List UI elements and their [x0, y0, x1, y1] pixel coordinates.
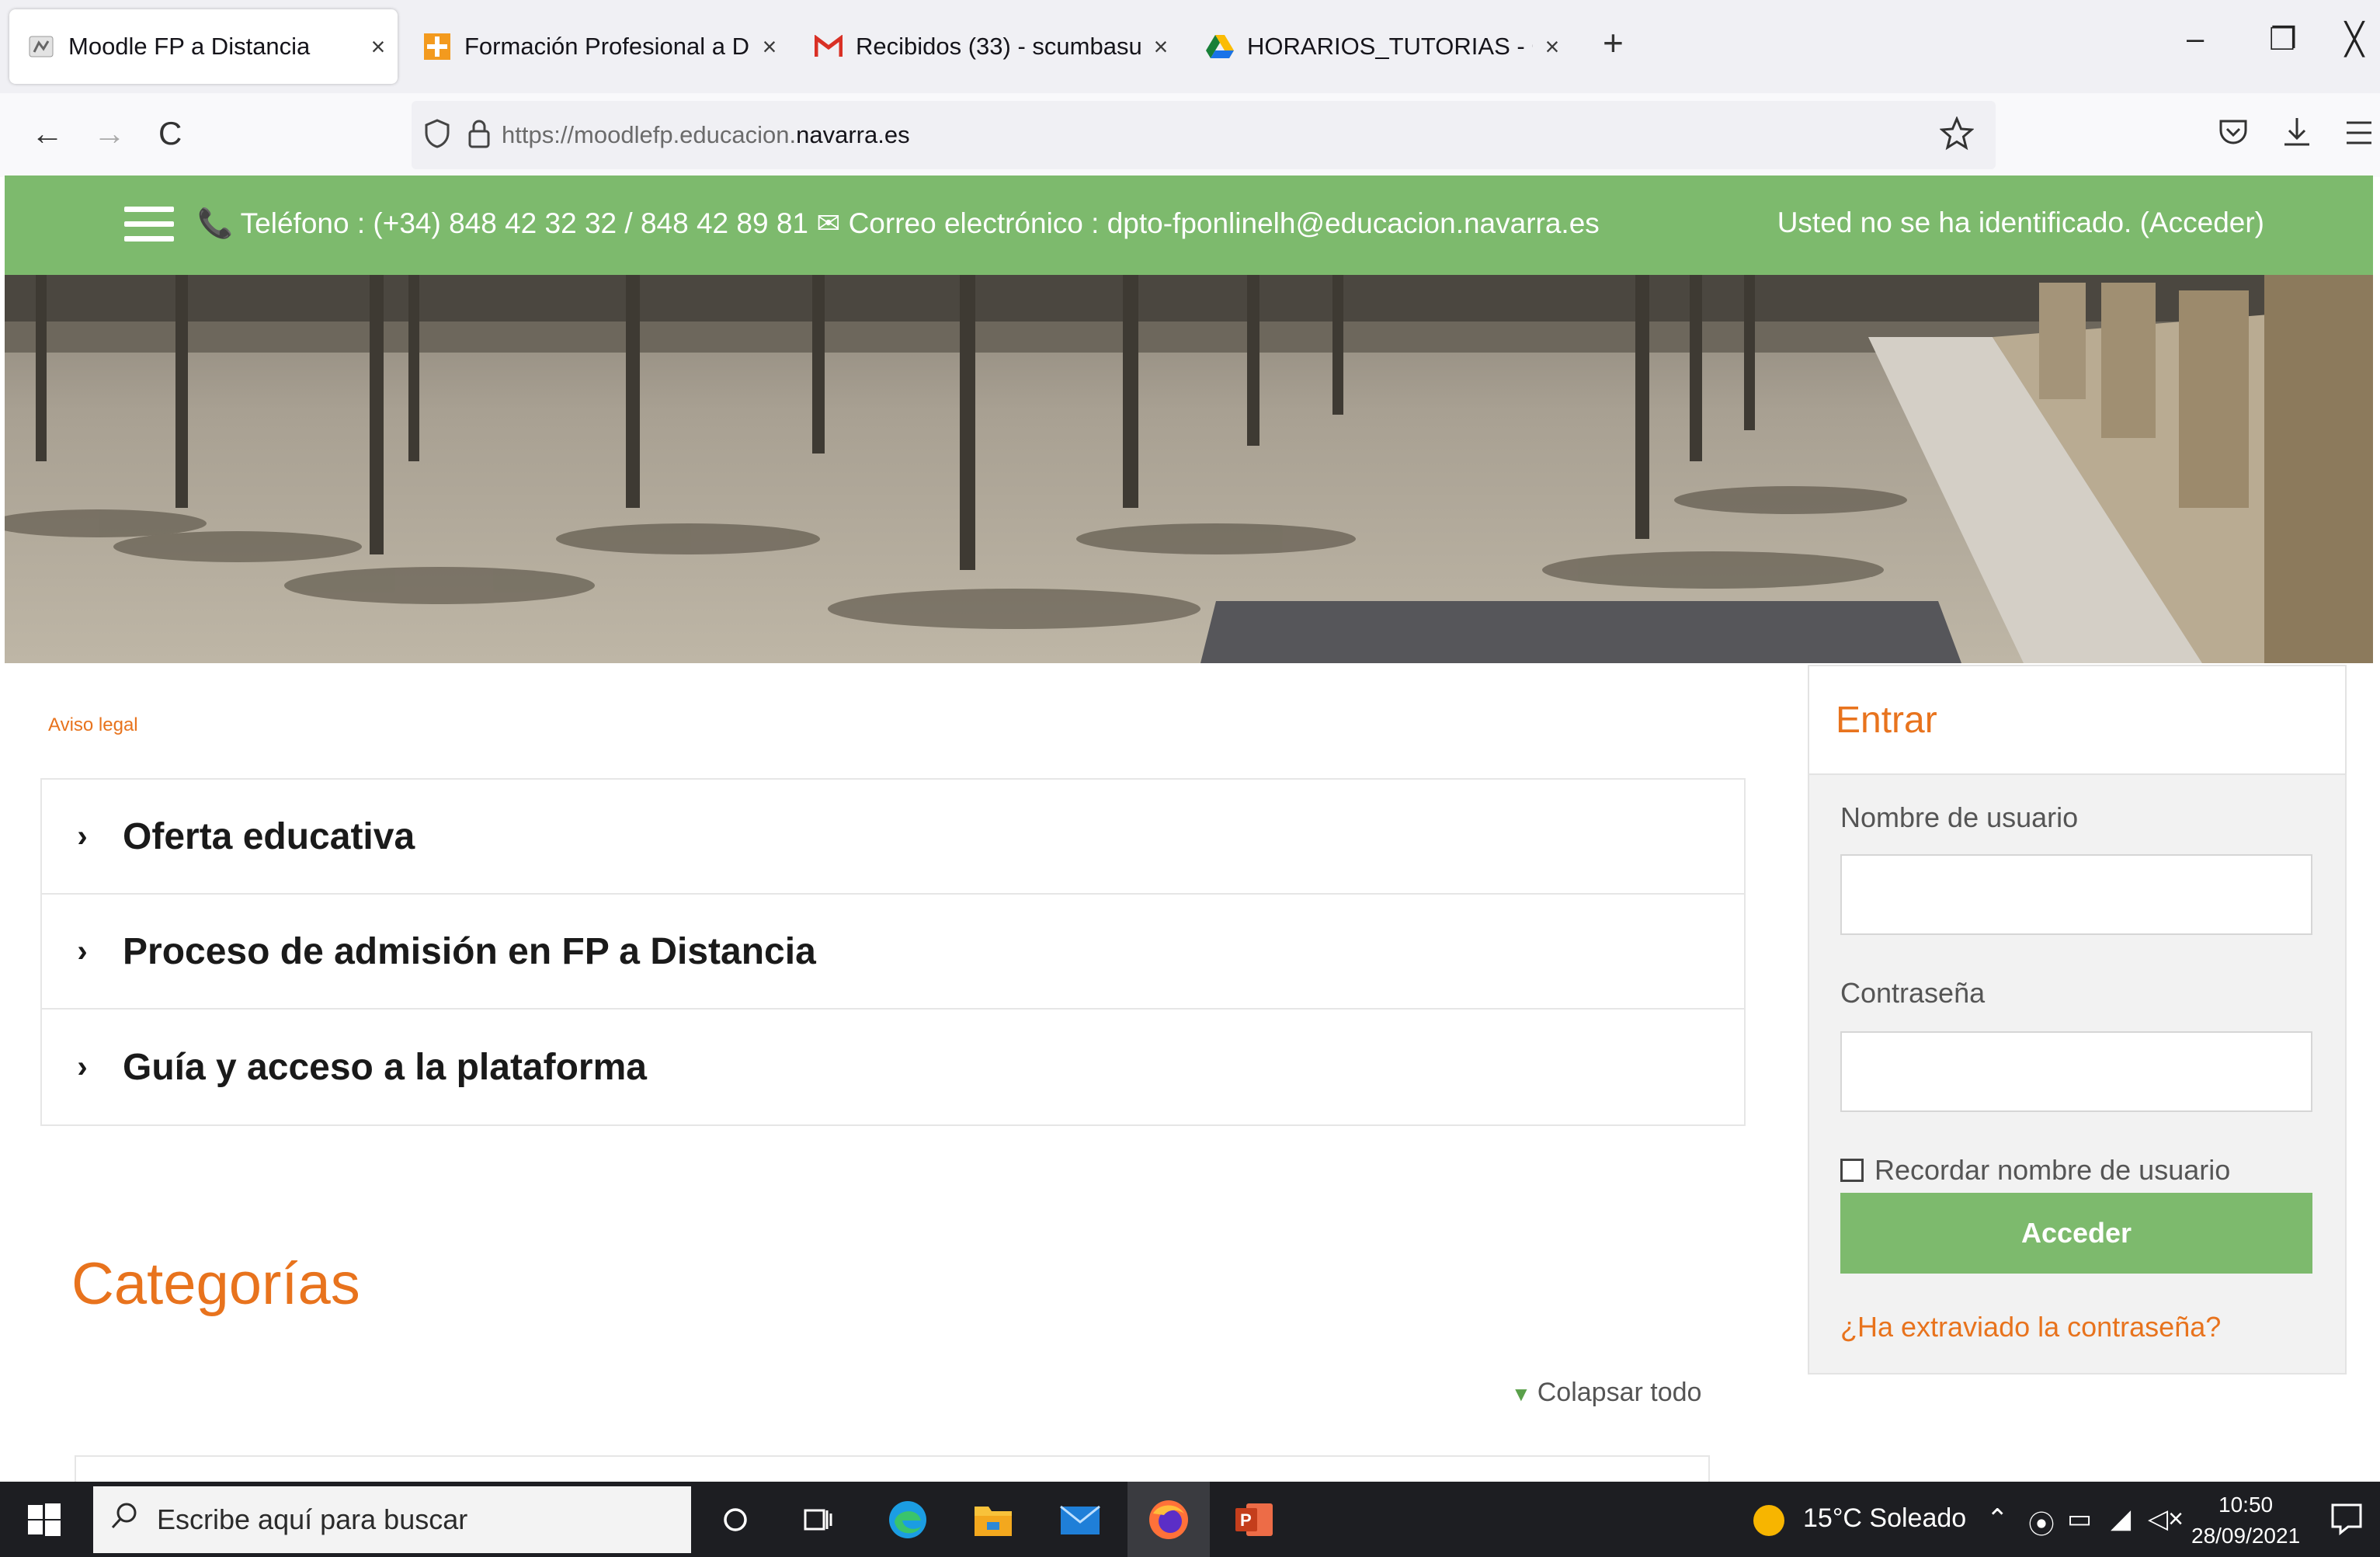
- forgot-password-link[interactable]: ¿Ha extraviado la contraseña?: [1840, 1311, 2221, 1343]
- aviso-legal-link[interactable]: Aviso legal: [48, 714, 138, 736]
- powerpoint-icon[interactable]: P: [1230, 1496, 1278, 1544]
- taskbar-search-box[interactable]: Escribe aquí para buscar: [93, 1486, 691, 1553]
- shield-icon[interactable]: [424, 118, 450, 152]
- new-tab-button[interactable]: +: [1603, 22, 1624, 64]
- tab-title: Formación Profesional a Distanc: [464, 33, 750, 60]
- url-text: https://moodlefp.educacion.navarra.es: [502, 121, 910, 149]
- mail-icon[interactable]: [1056, 1496, 1104, 1544]
- password-input[interactable]: [1840, 1031, 2312, 1112]
- site-header: 📞 Teléfono : (+34) 848 42 32 32 / 848 42…: [5, 176, 2373, 275]
- minimize-icon[interactable]: –: [2187, 22, 2204, 57]
- section-guia-acceso[interactable]: › Guía y acceso a la plataforma: [42, 1010, 1744, 1124]
- cortana-icon[interactable]: [711, 1496, 759, 1544]
- collapse-all-link[interactable]: ▼ Colapsar todo: [1511, 1378, 1701, 1408]
- bookmark-star-icon[interactable]: [1939, 116, 1975, 155]
- tab-google-drive[interactable]: HORARIOS_TUTORIAS - Google ×: [1188, 9, 1572, 84]
- search-icon: [110, 1502, 138, 1538]
- login-panel-title: Entrar: [1809, 666, 2345, 775]
- navarra-favicon-icon: [422, 32, 452, 61]
- gmail-favicon-icon: [814, 32, 843, 61]
- remember-username-checkbox[interactable]: Recordar nombre de usuario: [1840, 1154, 2230, 1187]
- clock-date: 28/09/2021: [2191, 1524, 2301, 1548]
- chevron-right-icon: ›: [77, 933, 88, 968]
- tab-close-icon[interactable]: ×: [1141, 33, 1180, 61]
- section-label: Oferta educativa: [123, 815, 415, 857]
- hero-banner-image: [5, 275, 2373, 663]
- search-placeholder: Escribe aquí para buscar: [157, 1503, 468, 1535]
- pocket-icon[interactable]: [2218, 116, 2249, 151]
- forward-arrow-icon[interactable]: →: [93, 115, 126, 152]
- remember-username-label: Recordar nombre de usuario: [1874, 1154, 2231, 1186]
- moodle-favicon-icon: [26, 32, 56, 61]
- section-accordion: › Oferta educativa › Proceso de admisión…: [40, 778, 1746, 1126]
- restore-icon[interactable]: ❐: [2269, 22, 2297, 57]
- triangle-down-icon: ▼: [1511, 1382, 1531, 1406]
- svg-text:P: P: [1240, 1510, 1252, 1530]
- google-drive-favicon-icon: [1205, 32, 1235, 61]
- tab-close-icon[interactable]: ×: [359, 33, 398, 61]
- edge-icon[interactable]: [884, 1496, 932, 1544]
- browser-tab-strip: Moodle FP a Distancia × Formación Profes…: [0, 0, 2380, 93]
- hamburger-menu-icon[interactable]: [124, 207, 174, 244]
- tab-moodle[interactable]: Moodle FP a Distancia ×: [9, 9, 398, 84]
- url-domain: navarra.es: [796, 121, 910, 148]
- clock-time: 10:50: [2218, 1493, 2274, 1517]
- collapse-all-label: Colapsar todo: [1537, 1378, 1702, 1407]
- meet-now-icon[interactable]: ⦿: [2028, 1503, 2055, 1541]
- system-clock[interactable]: 10:50 28/09/2021: [2191, 1489, 2300, 1552]
- section-oferta-educativa[interactable]: › Oferta educativa: [42, 780, 1744, 895]
- url-bar[interactable]: https://moodlefp.educacion.navarra.es: [412, 101, 1996, 169]
- section-label: Proceso de admisión en FP a Distancia: [123, 930, 816, 972]
- lock-icon[interactable]: [467, 119, 491, 152]
- weather-text[interactable]: 15°C Soleado: [1803, 1503, 1966, 1534]
- notifications-icon[interactable]: [2330, 1502, 2364, 1540]
- contact-info: 📞 Teléfono : (+34) 848 42 32 32 / 848 42…: [197, 207, 1600, 239]
- login-button[interactable]: Acceder: [1840, 1193, 2312, 1274]
- reload-icon[interactable]: C: [158, 115, 182, 152]
- section-proceso-admision[interactable]: › Proceso de admisión en FP a Distancia: [42, 895, 1744, 1010]
- battery-icon[interactable]: ▭: [2067, 1503, 2092, 1534]
- windows-start-icon[interactable]: [28, 1503, 61, 1536]
- login-panel: Entrar Nombre de usuario Contraseña Reco…: [1808, 665, 2347, 1375]
- checkbox-icon[interactable]: [1840, 1159, 1864, 1182]
- tab-title: Moodle FP a Distancia: [68, 33, 311, 60]
- login-status-link[interactable]: Usted no se ha identificado. (Acceder): [1777, 207, 2264, 239]
- task-view-icon[interactable]: [794, 1496, 842, 1544]
- tab-title: Recibidos (33) - scumbasues@e: [856, 33, 1141, 60]
- menu-icon[interactable]: [2345, 120, 2373, 150]
- url-prefix: https://moodlefp.educacion.: [502, 121, 797, 148]
- back-arrow-icon[interactable]: ←: [31, 115, 64, 152]
- tab-close-icon[interactable]: ×: [1533, 33, 1572, 61]
- show-hidden-icons-icon[interactable]: ⌃: [1986, 1503, 2009, 1534]
- window-close-icon[interactable]: ╳: [2345, 22, 2364, 57]
- tab-title: HORARIOS_TUTORIAS - Google: [1247, 33, 1533, 60]
- username-label: Nombre de usuario: [1840, 801, 2079, 833]
- file-explorer-icon[interactable]: [969, 1496, 1017, 1544]
- tab-formacion-profesional[interactable]: Formación Profesional a Distanc ×: [405, 9, 789, 84]
- chevron-right-icon: ›: [77, 1049, 88, 1084]
- firefox-icon[interactable]: [1145, 1496, 1193, 1544]
- tab-close-icon[interactable]: ×: [750, 33, 789, 61]
- tab-gmail[interactable]: Recibidos (33) - scumbasues@e ×: [797, 9, 1180, 84]
- section-label: Guía y acceso a la plataforma: [123, 1046, 647, 1088]
- chevron-right-icon: ›: [77, 818, 88, 853]
- windows-taskbar: Escribe aquí para buscar P 15°C Soleado …: [0, 1482, 2380, 1557]
- weather-sun-icon[interactable]: [1752, 1503, 1786, 1541]
- download-icon[interactable]: [2281, 115, 2312, 153]
- volume-muted-icon[interactable]: ◁×: [2148, 1503, 2184, 1534]
- password-label: Contraseña: [1840, 977, 1986, 1009]
- wifi-icon[interactable]: ◢: [2111, 1503, 2131, 1534]
- username-input[interactable]: [1840, 854, 2312, 935]
- categories-heading: Categorías: [71, 1251, 360, 1317]
